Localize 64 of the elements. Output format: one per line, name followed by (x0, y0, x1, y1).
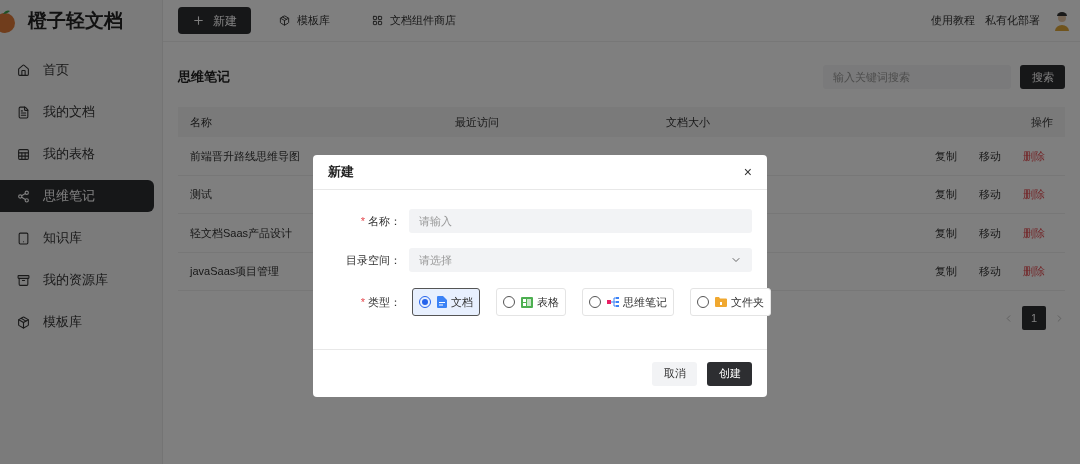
select-field[interactable]: 请选择 (409, 248, 752, 272)
app-name: 橙子轻文档 (28, 8, 123, 33)
page-button[interactable]: 1 (1022, 306, 1046, 330)
sheet-icon (521, 296, 533, 308)
folder-icon (715, 297, 727, 307)
package-icon (279, 15, 290, 26)
row-action-link[interactable]: 删除 (1023, 263, 1045, 280)
header-link[interactable]: 私有化部署 (985, 12, 1040, 29)
row-action-link[interactable]: 移动 (979, 186, 1001, 203)
input-field[interactable]: 请输入 (409, 209, 752, 233)
table-cell-text: 轻文档Saas产品设计 (190, 225, 294, 241)
type-option[interactable]: 思维笔记 (582, 288, 674, 316)
row-action-link[interactable]: 移动 (979, 147, 1001, 164)
column-header: 最近访问 (455, 114, 500, 130)
document-icon (17, 105, 30, 119)
close-button[interactable]: × (743, 165, 752, 179)
avatar[interactable] (1052, 10, 1072, 31)
sheet-icon (17, 147, 30, 161)
share-icon (17, 189, 30, 203)
field-label: * 名称： (359, 213, 402, 229)
header-link[interactable]: 使用教程 (931, 12, 975, 29)
table-cell-text: 前端晋升路线思维导图 (190, 148, 301, 164)
new-button[interactable]: 新建 (178, 7, 251, 34)
table-cell-text: 测试 (190, 187, 213, 202)
dialog-title: 新建 (328, 163, 354, 182)
sidebar-item[interactable]: 我的资源库 (0, 264, 154, 296)
column-header: 文档大小 (666, 114, 711, 130)
column-header: 名称 (190, 114, 213, 130)
house-icon (17, 63, 30, 77)
sidebar-item[interactable]: 模板库 (0, 306, 154, 338)
tablet-icon (17, 231, 30, 245)
row-action-link[interactable]: 删除 (1023, 186, 1045, 203)
sidebar-item[interactable]: 思维笔记 (0, 180, 154, 212)
archive-icon (17, 273, 30, 287)
cancel-button[interactable]: 取消 (652, 361, 697, 386)
sidebar-item[interactable]: 知识库 (0, 222, 154, 254)
search-button[interactable]: 搜索 (1020, 65, 1065, 89)
sidebar-item[interactable]: 我的文档 (0, 96, 154, 128)
row-action-link[interactable]: 复制 (935, 147, 957, 164)
row-action-link[interactable]: 移动 (979, 224, 1001, 241)
column-header: 操作 (1031, 114, 1053, 130)
type-option[interactable]: 文件夹 (690, 288, 771, 316)
row-action-link[interactable]: 删除 (1023, 224, 1045, 241)
table-cell-text: javaSaas项目管理 (190, 264, 281, 279)
plus-icon (192, 14, 205, 27)
mind-map-icon (607, 296, 619, 308)
sidebar-item[interactable]: 我的表格 (0, 138, 154, 170)
create-button[interactable]: 创建 (707, 361, 752, 386)
nav-link[interactable]: 文档组件商店 (372, 12, 456, 29)
document-icon (437, 296, 447, 308)
type-option[interactable]: 文档 (412, 288, 480, 316)
nav-link[interactable]: 模板库 (279, 12, 330, 29)
row-action-link[interactable]: 删除 (1023, 147, 1045, 164)
package-icon (17, 315, 30, 329)
field-label: 目录空间： (345, 252, 402, 268)
field-label: * 类型： (359, 294, 402, 310)
row-action-link[interactable]: 复制 (935, 263, 957, 280)
type-option[interactable]: 表格 (496, 288, 566, 316)
grid-icon (372, 15, 383, 26)
row-action-link[interactable]: 移动 (979, 263, 1001, 280)
row-action-link[interactable]: 复制 (935, 224, 957, 241)
sidebar-item[interactable]: 首页 (0, 54, 154, 86)
row-action-link[interactable]: 复制 (935, 186, 957, 203)
page-title: 思维笔记 (178, 68, 230, 87)
